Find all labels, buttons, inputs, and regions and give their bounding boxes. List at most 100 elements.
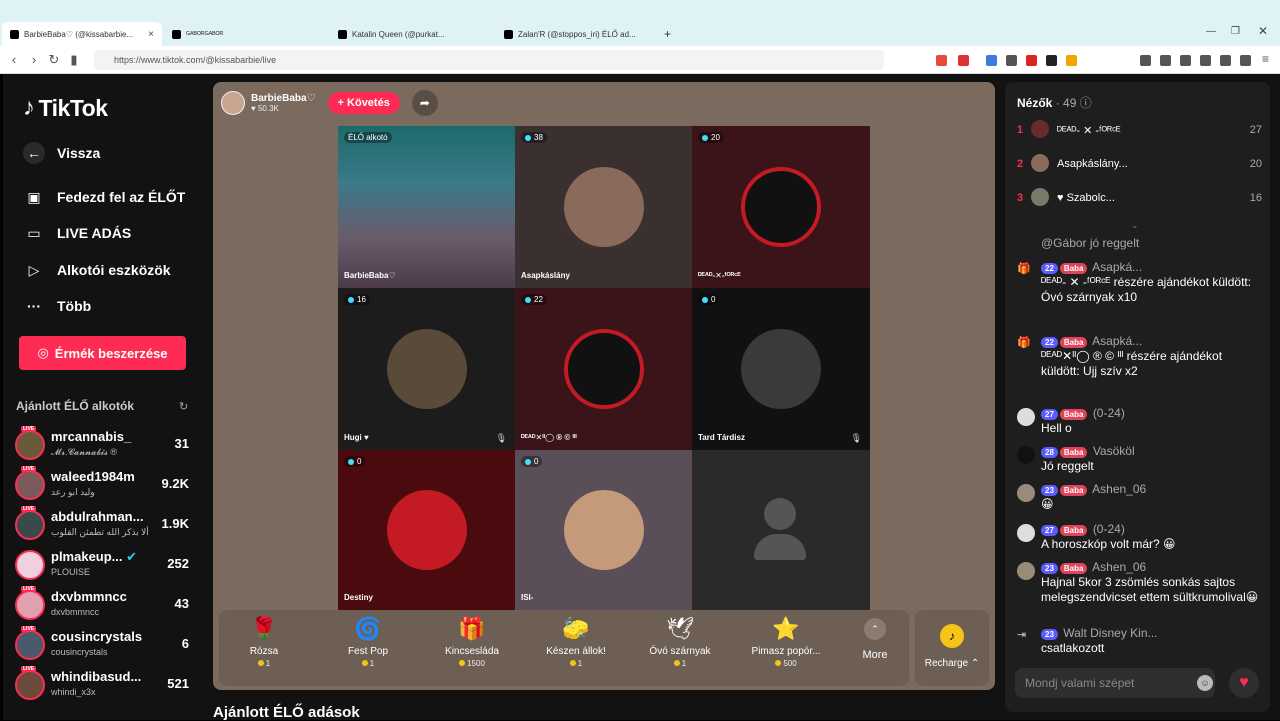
username[interactable]: Asapká...	[1092, 334, 1142, 348]
reload-icon[interactable]: ↻	[44, 52, 64, 68]
info-icon[interactable]: ⓘ	[1080, 96, 1092, 110]
guest-cell[interactable]: 20 ᴰᴱᴬᴰ-✕-ᶠᴼᴿᶜᴱ	[692, 126, 870, 288]
close-tab-icon[interactable]: ×	[148, 29, 154, 40]
back-link[interactable]: ← Vissza	[23, 142, 100, 164]
gift-item[interactable]: 🧽 Készen állok! 1	[531, 614, 621, 668]
nav-creator-tools[interactable]: ▷ Alkotói eszközök	[23, 259, 171, 281]
extension-icon[interactable]	[986, 55, 997, 66]
message-body: 23 Baba Ashen_06 😀	[1041, 482, 1259, 512]
cell-label: Destiny	[344, 593, 373, 602]
guest-cell[interactable]: 22 ᴰᴱᴬᴰ✕ᴵᴵ◯ ® © ᴵᴵᴵ	[515, 288, 692, 450]
more-gifts-button[interactable]: ⌃ More	[859, 618, 891, 661]
download-icon[interactable]	[1140, 55, 1151, 66]
guest-cell[interactable]: 0 ISI-	[515, 450, 692, 610]
sidebar-icon[interactable]	[1180, 55, 1191, 66]
recommended-item[interactable]: LIVE abdulrahman... ألا بذكر الله تطمئن ال…	[15, 506, 195, 544]
browser-tab[interactable]: Katalin Queen (@purkat...	[338, 22, 488, 46]
gift-price: 1	[635, 659, 725, 668]
username[interactable]: Asapká...	[1092, 260, 1142, 274]
expand-chevron-icon[interactable]: ⌄	[1131, 220, 1139, 231]
viewer-count: 252	[167, 556, 189, 571]
recommended-item[interactable]: LIVE whindibasud... whindi_x3x 521	[15, 666, 195, 704]
extension-icon[interactable]	[1026, 55, 1037, 66]
menu-icon[interactable]: ≡	[1262, 52, 1269, 66]
extension-icon[interactable]	[958, 55, 969, 66]
minimize-icon[interactable]: —	[1206, 26, 1216, 37]
username[interactable]: Ashen_06	[1092, 482, 1146, 496]
extension-icon[interactable]	[1066, 55, 1077, 66]
username[interactable]: Ashen_06	[1092, 560, 1146, 574]
guest-cell[interactable]: ÉLŐ alkotó BarbieBaba♡	[338, 126, 515, 288]
heart-icon[interactable]: ♥	[1229, 668, 1259, 698]
username[interactable]: (0-24)	[1093, 406, 1125, 420]
username[interactable]: (0-24)	[1093, 522, 1125, 536]
media-icon[interactable]	[1160, 55, 1171, 66]
host-avatar[interactable]	[221, 91, 245, 115]
nav-more[interactable]: ··· Több	[23, 295, 91, 317]
tab-title: BarbieBaba♡ (@kissabarbie...	[24, 29, 134, 39]
creator-name: waleed1984m	[51, 469, 135, 484]
viewer-row[interactable]: 3 ♥ Szabolc... 16	[1017, 186, 1262, 210]
message-text: Hell o	[1041, 421, 1072, 435]
recommended-item[interactable]: plmakeup... ✔ PLOUISE 252	[15, 546, 195, 584]
brave-shield-icon[interactable]	[936, 55, 947, 66]
username[interactable]: Walt Disney Kin...	[1063, 626, 1157, 640]
cell-label: Hugi ♥	[344, 433, 369, 442]
wallet-icon[interactable]	[1200, 55, 1211, 66]
browser-tab-active[interactable]: BarbieBaba♡ (@kissabarbie... ×	[2, 22, 162, 46]
empty-seat[interactable]	[692, 450, 870, 610]
chat-input[interactable]: Mondj valami szépet	[1015, 668, 1215, 698]
gift-item[interactable]: 🌀 Fest Pop 1	[323, 614, 413, 668]
gift-item[interactable]: 🎁 Kincsesláda 1500	[427, 614, 517, 668]
gift-item[interactable]: ⭐ Pimasz popór... 500	[741, 614, 831, 668]
avatar[interactable]	[1017, 446, 1035, 464]
recommended-item[interactable]: LIVE waleed1984m وليد ابو رعد 9.2K	[15, 466, 195, 504]
nav-explore-live[interactable]: ▣ Fedezd fel az ÉLŐT	[23, 186, 185, 208]
url-field[interactable]: https://www.tiktok.com/@kissabarbie/live	[94, 50, 884, 70]
bookmark-icon[interactable]: ▮	[64, 52, 84, 68]
recharge-button[interactable]: ♪ Recharge ⌃	[915, 610, 989, 686]
username[interactable]: Vasököl	[1093, 444, 1135, 458]
more-label: More	[862, 649, 888, 661]
share-icon[interactable]: ➦	[411, 90, 438, 116]
emoji-icon[interactable]: ☺	[1197, 675, 1213, 691]
tiktok-logo[interactable]: ♪ TikTok	[23, 94, 108, 122]
close-window-icon[interactable]: ✕	[1258, 24, 1268, 38]
browser-tab[interactable]: ᴳᴬᴮᴼᴿᴳᴬᴮᴼᴿ	[172, 22, 322, 46]
cell-badge: 0	[698, 294, 720, 305]
get-coins-button[interactable]: ◎ Érmék beszerzése	[19, 336, 186, 370]
recommended-item[interactable]: LIVE cousincrystals cousincrystals 6	[15, 626, 195, 664]
avatar[interactable]	[1017, 484, 1035, 502]
fan-badge: Baba	[1059, 447, 1088, 458]
viewer-row[interactable]: 1 ᴰᴱᴬᴰ- ✕ -ᶠᴼᴿᶜᴱ 27	[1017, 118, 1262, 142]
browser-tab[interactable]: Zalan'R (@stoppos_iri) ÉLŐ ad...	[504, 22, 654, 46]
avatar[interactable]	[1017, 524, 1035, 542]
leo-icon[interactable]	[1220, 55, 1231, 66]
forward-arrow-icon[interactable]: ›	[24, 52, 44, 67]
guest-cell[interactable]: 0 Tard Tárdisz 🎙	[692, 288, 870, 450]
nav-go-live[interactable]: ▭ LIVE ADÁS	[23, 222, 131, 244]
gift-item[interactable]: 🕊 Óvó szárnyak 1	[635, 614, 725, 668]
avatar	[15, 670, 45, 700]
cell-badge: 0	[344, 456, 366, 467]
refresh-icon[interactable]: ↻	[179, 400, 188, 413]
follow-button[interactable]: + Követés	[327, 92, 400, 114]
new-tab-button[interactable]: +	[664, 22, 671, 46]
guest-cell[interactable]: 38 Asapkáslány	[515, 126, 692, 288]
avatar[interactable]	[1017, 408, 1035, 426]
guest-cell[interactable]: 16 Hugi ♥ 🎙	[338, 288, 515, 450]
viewer-row[interactable]: 2 Asapkáslány... 20	[1017, 152, 1262, 176]
host-name[interactable]: BarbieBaba♡	[251, 93, 316, 104]
vpn-icon[interactable]	[1240, 55, 1251, 66]
gift-icon: 🎁	[1017, 337, 1031, 349]
recommended-item[interactable]: LIVE mrcannabis_ 𝓜𝓻.𝓒𝓪𝓷𝓷𝓪𝓫𝓲𝓼 ® 31	[15, 426, 195, 464]
extension-icon[interactable]	[1006, 55, 1017, 66]
back-arrow-icon[interactable]: ‹	[4, 52, 24, 67]
avatar[interactable]	[1017, 562, 1035, 580]
maximize-icon[interactable]: ❐	[1231, 26, 1240, 37]
guest-cell[interactable]: 0 Destiny	[338, 450, 515, 610]
guest-avatar	[741, 167, 821, 247]
gift-item[interactable]: 🌹 Rózsa 1	[219, 614, 309, 668]
extension-icon[interactable]	[1046, 55, 1057, 66]
recommended-item[interactable]: LIVE dxvbmmncc dxvbmmncc 43	[15, 586, 195, 624]
